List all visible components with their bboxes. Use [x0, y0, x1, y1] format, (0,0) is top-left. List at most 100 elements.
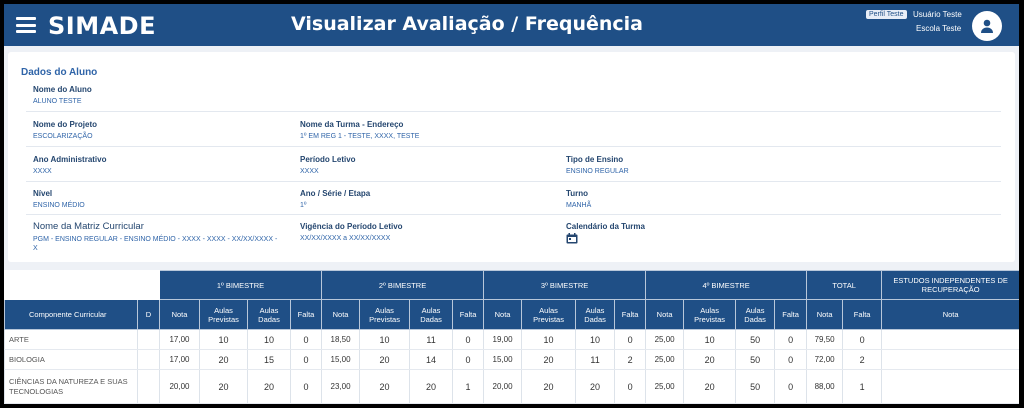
value-cell: 25,00: [645, 369, 684, 404]
value-cell: 25,00: [645, 329, 684, 350]
value-cell: 0: [289, 349, 322, 370]
value-cell: 20: [683, 349, 736, 370]
value-cell: 10: [575, 329, 615, 350]
value-cell: 20: [683, 369, 736, 404]
value-cell: 23,00: [321, 369, 360, 404]
value-cell: 50: [735, 349, 775, 370]
value-cell: 19,00: [483, 329, 522, 350]
period-validity-field: Vigência do Período Letivo XX/XX/XXXX a …: [300, 222, 403, 242]
d-cell: [137, 349, 160, 370]
calendar-icon[interactable]: [566, 233, 578, 244]
recovery-cell: [881, 329, 1019, 350]
value-cell: 15,00: [321, 349, 360, 370]
section-title: Dados do Aluno: [21, 67, 98, 78]
value-cell: 25,00: [645, 349, 684, 370]
value-cell: 2: [842, 349, 882, 370]
value-cell: 10: [247, 329, 291, 350]
subject-cell: BIOLOGIA: [4, 349, 138, 370]
value-cell: 20: [521, 369, 576, 404]
value-cell: 15,00: [483, 349, 522, 370]
value-cell: 0: [842, 329, 882, 350]
d-cell: [137, 369, 160, 404]
recovery-cell: [881, 369, 1019, 404]
value-cell: 50: [735, 369, 775, 404]
value-cell: 20: [359, 369, 410, 404]
app-window: SIMADE Visualizar Avaliação / Frequência…: [4, 4, 1019, 404]
value-cell: 2: [614, 349, 646, 370]
value-cell: 0: [289, 329, 322, 350]
value-cell: 20: [575, 369, 615, 404]
value-cell: 10: [199, 329, 248, 350]
curriculum-field: Nome da Matriz Curricular PGM - ENSINO R…: [33, 221, 278, 252]
group-header-1: 1º BIMESTRE: [158, 270, 323, 300]
admin-year-field: Ano Administrativo XXXX: [33, 155, 107, 175]
teaching-type-field: Tipo de Ensino ENSINO REGULAR: [566, 155, 629, 175]
value-cell: 1: [452, 369, 484, 404]
menu-icon[interactable]: [16, 17, 36, 33]
value-cell: 72,00: [806, 349, 843, 370]
group-header-3: 3º BIMESTRE: [483, 270, 647, 300]
value-cell: 20: [359, 349, 410, 370]
value-cell: 11: [409, 329, 453, 350]
table-row: ARTE 17,00 10 10 0 18,50 10 11 0 19,00 10 10 0 25,00 1…: [4, 329, 1019, 350]
value-cell: 20: [521, 349, 576, 370]
value-cell: 0: [452, 329, 484, 350]
user-name: Usuário Teste: [913, 10, 962, 19]
value-cell: 20,00: [159, 369, 200, 404]
value-cell: 20: [199, 369, 248, 404]
subject-cell: CIÊNCIAS DA NATUREZA E SUAS TECNOLOGIAS: [4, 369, 138, 404]
group-header-total: TOTAL: [806, 270, 883, 300]
value-cell: 0: [614, 329, 646, 350]
table-row: BIOLOGIA 17,00 20 15 0 15,00 20 14 0 15,00 20 11 2 25…: [4, 349, 1019, 370]
value-cell: 20: [199, 349, 248, 370]
group-header-4: 4º BIMESTRE: [645, 270, 808, 300]
value-cell: 0: [289, 369, 322, 404]
user-icon: [981, 19, 993, 33]
value-cell: 20,00: [483, 369, 522, 404]
table-row: CIÊNCIAS DA NATUREZA E SUAS TECNOLOGIAS 2…: [4, 369, 1019, 404]
shift-field: Turno MANHÃ: [566, 189, 592, 209]
subject-cell: ARTE: [4, 329, 138, 350]
col-d: D: [137, 299, 160, 330]
value-cell: 79,50: [806, 329, 843, 350]
top-bar: SIMADE Visualizar Avaliação / Frequência…: [4, 4, 1019, 46]
value-cell: 11: [575, 349, 615, 370]
class-calendar-field: Calendário da Turma: [566, 222, 645, 249]
value-cell: 1: [842, 369, 882, 404]
value-cell: 10: [521, 329, 576, 350]
grade-stage-field: Ano / Série / Etapa 1º: [300, 189, 371, 209]
value-cell: 0: [452, 349, 484, 370]
level-field: Nível ENSINO MÉDIO: [33, 189, 85, 209]
project-field: Nome do Projeto ESCOLARIZAÇÃO: [33, 120, 98, 140]
profile-badge[interactable]: Perfil Teste: [866, 10, 907, 19]
value-cell: 0: [614, 369, 646, 404]
app-logo[interactable]: SIMADE: [48, 12, 156, 40]
student-data-card: Dados do Aluno Nome do Aluno ALUNO TESTE…: [8, 52, 1015, 262]
grades-table: 1º BIMESTRE 2º BIMESTRE 3º BIMESTRE 4º B…: [4, 270, 1019, 404]
value-cell: 0: [774, 349, 807, 370]
class-address-field: Nome da Turma - Endereço 1º EM REG 1 - T…: [300, 120, 420, 140]
value-cell: 17,00: [159, 349, 200, 370]
school-name: Escola Teste: [916, 24, 962, 33]
student-name-field: Nome do Aluno ALUNO TESTE: [33, 85, 92, 106]
value-cell: 88,00: [806, 369, 843, 404]
value-cell: 0: [774, 329, 807, 350]
group-header-2: 2º BIMESTRE: [321, 270, 485, 300]
d-cell: [137, 329, 160, 350]
col-subject: Componente Curricular: [4, 299, 138, 330]
value-cell: 10: [359, 329, 410, 350]
value-cell: 20: [409, 369, 453, 404]
group-header-recovery: ESTUDOS INDEPENDENTES DE RECUPERAÇÃO: [881, 270, 1019, 300]
recovery-cell: [881, 349, 1019, 370]
user-avatar[interactable]: [972, 11, 1002, 41]
value-cell: 14: [409, 349, 453, 370]
value-cell: 10: [683, 329, 736, 350]
value-cell: 17,00: [159, 329, 200, 350]
value-cell: 0: [774, 369, 807, 404]
field-value: ALUNO TESTE: [33, 98, 82, 105]
value-cell: 18,50: [321, 329, 360, 350]
school-period-field: Período Letivo XXXX: [300, 155, 356, 175]
field-label: Nome do Aluno: [33, 85, 92, 94]
value-cell: 50: [735, 329, 775, 350]
value-cell: 15: [247, 349, 291, 370]
